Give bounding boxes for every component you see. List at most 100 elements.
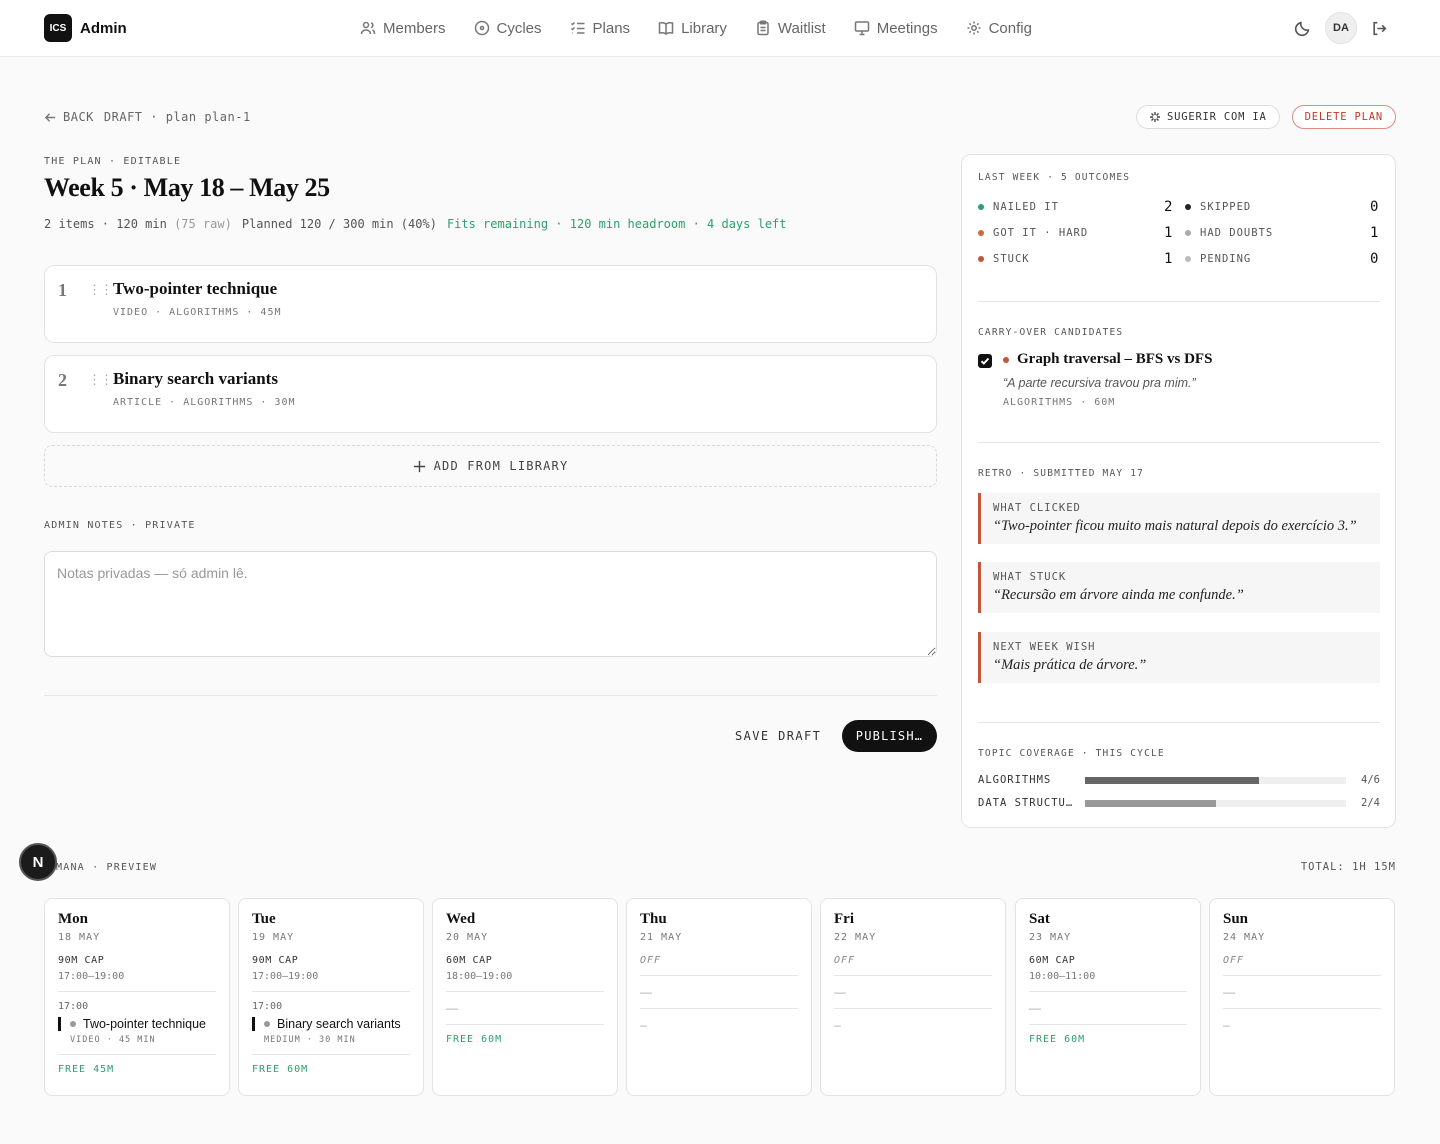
drag-handle-icon[interactable]: ⋮⋮: [88, 282, 113, 298]
nav-config-label: Config: [988, 19, 1032, 37]
week-total: TOTAL: 1H 15M: [1300, 861, 1396, 873]
plan-item-meta: VIDEO · ALGORITHMS · 45M: [113, 307, 282, 318]
nav-cycles[interactable]: Cycles: [474, 20, 542, 37]
carry-item-name: Graph traversal – BFS vs DFS: [1017, 351, 1213, 367]
day-off: OFF: [1223, 955, 1245, 966]
plan-stats: 2 items · 120 min (75 raw) Planned 120 /…: [44, 217, 787, 231]
scheduled-task[interactable]: Two-pointer technique: [58, 1017, 216, 1031]
retro-quote: “Recursão em árvore ainda me confunde.”: [993, 587, 1244, 603]
brand[interactable]: ICS Admin: [44, 14, 127, 42]
nav-library[interactable]: Library: [658, 20, 727, 37]
top-actions: SUGERIR COM IA DELETE PLAN: [1135, 105, 1396, 129]
outcome-dot: [1185, 256, 1191, 262]
sparkle-icon: [1149, 112, 1160, 122]
nav-waitlist[interactable]: Waitlist: [755, 20, 826, 37]
carry-over-checkbox[interactable]: [978, 354, 992, 368]
slot-time: 17:00: [58, 1001, 89, 1012]
outcome-skipped: SKIPPED: [1185, 201, 1251, 213]
divider: [978, 301, 1380, 302]
divider: [640, 975, 798, 976]
day-off: OFF: [834, 955, 856, 966]
breadcrumb: BACK DRAFT · plan plan-1: [44, 110, 251, 124]
nav-waitlist-label: Waitlist: [777, 19, 826, 37]
stats-raw: (75 raw): [174, 217, 232, 231]
outcome-dot: [978, 256, 984, 262]
nav-cycles-label: Cycles: [496, 19, 542, 37]
day-card: Sat 23 MAY 60M CAP 10:00–11:00 — FREE 60…: [1015, 898, 1201, 1096]
outcome-label: HAD DOUBTS: [1200, 227, 1274, 239]
outcome-count: 2: [1164, 199, 1173, 215]
suggest-ai-label: SUGERIR COM IA: [1166, 111, 1267, 123]
divider: [446, 1024, 604, 1025]
day-name: Sun: [1223, 911, 1249, 927]
dev-badge[interactable]: N: [19, 843, 57, 881]
task-dot: [70, 1021, 76, 1027]
suggest-ai-button[interactable]: SUGERIR COM IA: [1135, 105, 1280, 129]
publish-button[interactable]: PUBLISH…: [842, 720, 937, 752]
task-name: Binary search variants: [277, 1017, 401, 1031]
add-from-library-button[interactable]: ADD FROM LIBRARY: [44, 445, 937, 487]
empty-slot: —: [834, 985, 846, 999]
day-hours: 17:00–19:00: [252, 971, 319, 982]
delete-plan-button[interactable]: DELETE PLAN: [1291, 105, 1396, 129]
day-free: FREE 45M: [58, 1064, 115, 1075]
logout-icon[interactable]: [1371, 20, 1388, 37]
clipboard-icon: [757, 20, 769, 36]
plus-icon: [413, 460, 425, 472]
day-date: 23 MAY: [1029, 932, 1072, 943]
coverage-track: [1085, 799, 1346, 807]
divider: [978, 442, 1380, 443]
plan-item[interactable]: 1 ⋮⋮ Two-pointer technique VIDEO · ALGOR…: [44, 265, 937, 343]
day-free: FREE 60M: [446, 1034, 503, 1045]
retro-quote: “Mais prática de árvore.”: [993, 657, 1147, 673]
day-hours: 10:00–11:00: [1029, 971, 1096, 982]
plan-item[interactable]: 2 ⋮⋮ Binary search variants ARTICLE · AL…: [44, 355, 937, 433]
divider: [1223, 1008, 1381, 1009]
outcome-count: 0: [1370, 251, 1379, 267]
add-from-library-label: ADD FROM LIBRARY: [433, 459, 569, 473]
outcome-label: GOT IT · HARD: [993, 227, 1089, 239]
avatar[interactable]: DA: [1325, 12, 1357, 44]
retro-entry: NEXT WEEK WISH “Mais prática de árvore.”: [978, 632, 1380, 683]
brand-name: Admin: [80, 19, 127, 37]
carry-item: Graph traversal – BFS vs DFS: [1003, 351, 1212, 368]
back-link[interactable]: BACK: [44, 110, 94, 124]
day-card: Sun 24 MAY OFF — –: [1209, 898, 1395, 1096]
scheduled-task[interactable]: Binary search variants: [252, 1017, 410, 1031]
empty-slot: —: [1223, 985, 1235, 999]
empty-slot: —: [1029, 1001, 1041, 1015]
top-nav: ICS Admin Members Cycles Plans Library W…: [0, 0, 1440, 57]
last-week-eyebrow: LAST WEEK · 5 OUTCOMES: [978, 172, 1131, 183]
stats-fits: Fits remaining · 120 min headroom · 4 da…: [446, 217, 787, 231]
outcome-got-it-hard: GOT IT · HARD: [978, 227, 1088, 239]
moon-icon[interactable]: [1294, 20, 1311, 37]
cycle-icon: [474, 20, 489, 36]
back-label: BACK: [63, 110, 94, 124]
nav-meetings-label: Meetings: [876, 19, 938, 37]
empty-free: –: [834, 1018, 841, 1032]
context-panel: LAST WEEK · 5 OUTCOMES NAILED IT 2 SKIPP…: [961, 154, 1396, 828]
slot-time: 17:00: [252, 1001, 283, 1012]
retro-entry: WHAT STUCK “Recursão em árvore ainda me …: [978, 562, 1380, 613]
coverage-value: 4/6: [1361, 774, 1380, 786]
drag-handle-icon[interactable]: ⋮⋮: [88, 372, 113, 388]
book-icon: [658, 22, 674, 35]
nav-config[interactable]: Config: [966, 20, 1032, 37]
day-card: Mon 18 MAY 90M CAP 17:00–19:00 17:00 Two…: [44, 898, 230, 1096]
nav-plans[interactable]: Plans: [570, 20, 630, 37]
plan-item-name: Two-pointer technique: [113, 279, 278, 298]
outcome-had-doubts: HAD DOUBTS: [1185, 227, 1273, 239]
week-preview-eyebrow: MANA · PREVIEW: [56, 862, 158, 873]
breadcrumb-path: DRAFT · plan plan-1: [103, 110, 251, 124]
save-draft-button[interactable]: SAVE DRAFT: [735, 729, 821, 743]
nav-meetings[interactable]: Meetings: [854, 20, 938, 37]
admin-notes-input[interactable]: [44, 551, 937, 657]
presentation-icon: [854, 21, 869, 36]
task-meta: MEDIUM · 30 MIN: [264, 1035, 356, 1045]
nav-members[interactable]: Members: [360, 20, 446, 37]
retro-entry: WHAT CLICKED “Two-pointer ficou muito ma…: [978, 493, 1380, 544]
outcome-count: 0: [1370, 199, 1379, 215]
plan-eyebrow: THE PLAN · EDITABLE: [44, 156, 182, 167]
day-card: Fri 22 MAY OFF — –: [820, 898, 1006, 1096]
day-free: FREE 60M: [1029, 1034, 1086, 1045]
